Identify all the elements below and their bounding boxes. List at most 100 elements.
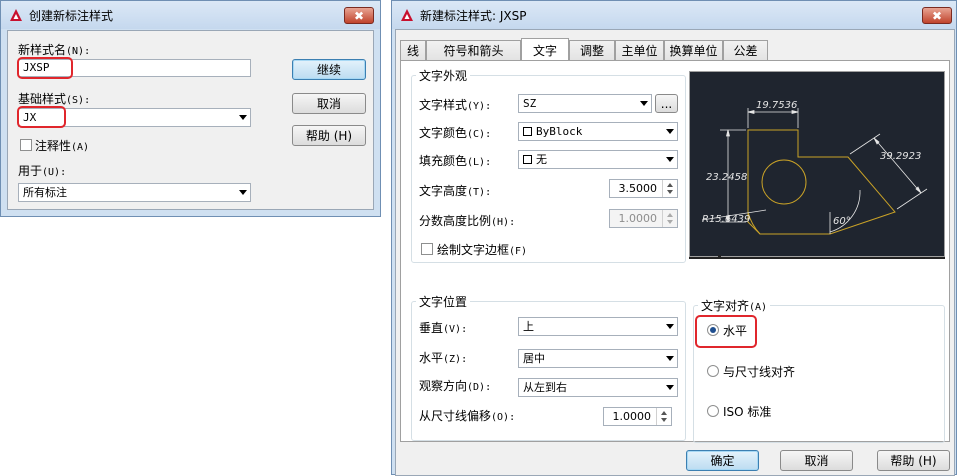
spin-up-icon[interactable]: [661, 411, 667, 415]
text-color-label: 文字颜色(C):: [419, 124, 491, 141]
chevron-down-icon[interactable]: [235, 184, 250, 201]
horizontal-text: 水平: [419, 351, 444, 365]
preview-angle: 60°: [833, 216, 851, 227]
offset-value: 1.0000: [612, 410, 652, 423]
vertical-label: 垂直(V):: [419, 319, 467, 336]
vertical-select[interactable]: 上: [518, 317, 678, 336]
spin-up-icon[interactable]: [667, 183, 673, 187]
new-style-name-text: 新样式名: [18, 43, 67, 57]
draw-frame-hotkey: (F): [509, 246, 528, 257]
tab-text[interactable]: 文字: [521, 38, 569, 61]
modify-style-dialog: 新建标注样式: JXSP ✖ 线 符号和箭头 文字 调整 主单位 换算单位 公差…: [391, 0, 957, 476]
new-style-name-label: 新样式名(N):: [18, 41, 90, 58]
chevron-down-icon[interactable]: [662, 379, 677, 396]
modify-dialog-title: 新建标注样式: JXSP: [420, 8, 527, 23]
spin-down-icon[interactable]: [667, 190, 673, 194]
color-swatch-icon: [523, 155, 532, 164]
horizontal-hotkey: (Z):: [443, 354, 468, 365]
vertical-hotkey: (V):: [443, 324, 468, 335]
create-style-dialog: 创建新标注样式 ✖ 新样式名(N): JXSP 继续 基础样式(S): JX 取…: [0, 0, 381, 217]
fill-color-select[interactable]: 无: [518, 150, 678, 169]
align-dimline-label: 与尺寸线对齐: [723, 365, 796, 379]
chevron-down-icon[interactable]: [662, 350, 677, 367]
close-icon[interactable]: ✖: [344, 7, 374, 24]
fraction-scale-label: 分数高度比例(H):: [419, 212, 515, 229]
text-style-browse-button[interactable]: ...: [655, 94, 678, 113]
modify-dialog-body: 线 符号和箭头 文字 调整 主单位 换算单位 公差 文字外观 文字样式(Y): …: [395, 29, 955, 476]
offset-text: 从尺寸线偏移: [419, 409, 492, 423]
use-for-label: 用于(U):: [18, 162, 66, 179]
text-height-spinner[interactable]: 3.5000: [609, 179, 678, 198]
text-height-hotkey: (T):: [467, 187, 492, 198]
text-alignment-hotkey: (A): [749, 302, 768, 313]
text-style-value: SZ: [523, 97, 537, 110]
color-swatch-icon: [523, 127, 532, 136]
new-style-highlight: [17, 57, 73, 79]
preview-circle: [761, 159, 807, 205]
text-alignment-title: 文字对齐(A): [698, 297, 771, 314]
annotative-label: 注释性(A): [35, 137, 89, 154]
text-color-value: ByBlock: [536, 125, 583, 138]
use-for-select[interactable]: 所有标注: [18, 183, 251, 202]
base-style-highlight: [17, 106, 66, 128]
spin-down-icon[interactable]: [661, 418, 667, 422]
fill-color-label: 填充颜色(L):: [419, 152, 491, 169]
view-direction-hotkey: (D):: [467, 382, 492, 393]
annotative-hotkey: (A): [71, 142, 90, 153]
fill-color-value: 无: [536, 153, 547, 166]
offset-spinner[interactable]: 1.0000: [603, 407, 672, 426]
fraction-scale-text: 分数高度比例: [419, 214, 492, 228]
help-button[interactable]: 帮助 (H): [877, 450, 950, 471]
tab-alternate-units[interactable]: 换算单位: [664, 40, 723, 60]
spinner-buttons[interactable]: [656, 408, 671, 425]
spin-down-icon: [667, 220, 673, 224]
preview-panel: 19.7536 23.2458 39.2923 60° R15.6439: [689, 71, 945, 257]
use-for-value: 所有标注: [23, 186, 67, 199]
draw-frame-checkbox[interactable]: [421, 243, 433, 255]
align-iso-radio[interactable]: [707, 405, 719, 417]
horizontal-label: 水平(Z):: [419, 349, 467, 366]
ok-button[interactable]: 确定: [686, 450, 759, 471]
close-icon[interactable]: ✖: [922, 7, 952, 24]
help-button[interactable]: 帮助 (H): [292, 125, 366, 146]
chevron-down-icon[interactable]: [662, 151, 677, 168]
continue-button[interactable]: 继续: [292, 59, 366, 80]
modify-dialog-titlebar[interactable]: 新建标注样式: JXSP: [392, 1, 956, 29]
preview-radius: R15.6439: [702, 214, 750, 225]
chevron-down-icon[interactable]: [636, 95, 651, 112]
offset-hotkey: (O):: [491, 412, 516, 423]
chevron-down-icon[interactable]: [662, 123, 677, 140]
fraction-scale-spinner: 1.0000: [609, 209, 678, 228]
annotative-checkbox[interactable]: [20, 139, 32, 151]
tab-tolerances[interactable]: 公差: [723, 40, 768, 60]
text-color-hotkey: (C):: [467, 129, 492, 140]
cancel-button[interactable]: 取消: [292, 93, 366, 114]
tab-lines[interactable]: 线: [400, 40, 426, 60]
spinner-buttons: [662, 210, 677, 227]
vertical-value: 上: [523, 320, 534, 333]
horizontal-value: 居中: [523, 352, 545, 365]
text-style-select[interactable]: SZ: [518, 94, 652, 113]
cancel-button[interactable]: 取消: [780, 450, 853, 471]
tab-fit[interactable]: 调整: [569, 40, 615, 60]
create-dialog-titlebar[interactable]: 创建新标注样式: [1, 1, 380, 29]
text-height-value: 3.5000: [618, 182, 658, 195]
text-height-text: 文字高度: [419, 184, 468, 198]
new-style-name-hotkey: (N):: [66, 46, 91, 57]
text-appearance-title: 文字外观: [416, 67, 471, 84]
view-direction-select[interactable]: 从左到右: [518, 378, 678, 397]
tab-primary-units[interactable]: 主单位: [615, 40, 664, 60]
preview-marker: [718, 255, 721, 258]
text-style-text: 文字样式: [419, 98, 468, 112]
spinner-buttons[interactable]: [662, 180, 677, 197]
text-color-select[interactable]: ByBlock: [518, 122, 678, 141]
chevron-down-icon[interactable]: [662, 318, 677, 335]
preview-dim-left: 23.2458: [706, 172, 747, 183]
text-height-label: 文字高度(T):: [419, 182, 491, 199]
fill-color-hotkey: (L):: [467, 157, 492, 168]
align-dimline-radio[interactable]: [707, 365, 719, 377]
horizontal-select[interactable]: 居中: [518, 349, 678, 368]
tab-symbols-arrows[interactable]: 符号和箭头: [426, 40, 521, 60]
chevron-down-icon[interactable]: [235, 109, 250, 126]
fill-color-text: 填充颜色: [419, 154, 468, 168]
